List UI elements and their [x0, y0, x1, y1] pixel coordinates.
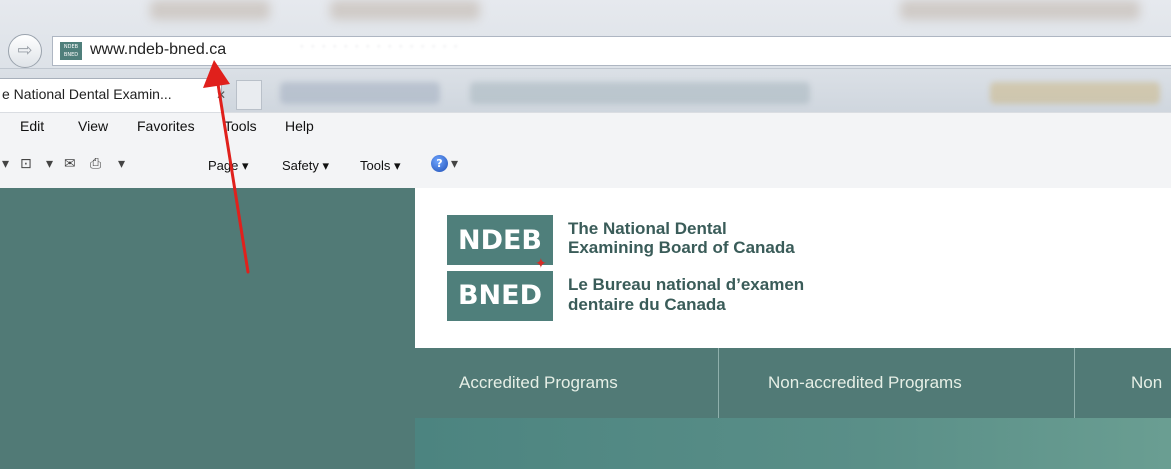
- back-arrow-icon: ⇨: [17, 40, 33, 61]
- nav-divider: [1074, 348, 1075, 418]
- menu-view[interactable]: View: [78, 118, 108, 134]
- blurred-suggestion-labels: · · · · · · · · · · · · · · ·: [300, 40, 460, 53]
- hero-banner: [415, 418, 1171, 469]
- dropdown-caret-icon[interactable]: ▾: [118, 156, 125, 172]
- tab-active[interactable]: e National Dental Examin...: [0, 78, 222, 112]
- nav-accredited-programs[interactable]: Accredited Programs: [459, 348, 618, 418]
- blurred-toolbar-icons: [990, 82, 1160, 104]
- help-icon[interactable]: ?: [431, 155, 448, 172]
- tab-close-icon[interactable]: ✕: [216, 88, 226, 102]
- site-favicon-icon: NDEB BNED: [60, 42, 82, 60]
- nav-non-accredited-programs[interactable]: Non-accredited Programs: [768, 348, 962, 418]
- dropdown-caret-icon[interactable]: ▾: [2, 156, 9, 172]
- menu-edit[interactable]: Edit: [20, 118, 44, 134]
- address-url[interactable]: www.ndeb-bned.ca: [90, 41, 226, 59]
- dropdown-caret-icon[interactable]: ▾: [46, 156, 53, 172]
- ndeb-logo[interactable]: NDEB BNED ✦: [447, 215, 553, 321]
- nav-non-truncated[interactable]: Non: [1131, 348, 1162, 418]
- print-icon[interactable]: ⎙: [90, 156, 101, 172]
- org-name-english-line1: The National Dental: [568, 219, 727, 238]
- page-menu-button[interactable]: Page ▾: [208, 158, 249, 174]
- org-name-french-line2: dentaire du Canada: [568, 295, 726, 314]
- blurred-favorites-icons: [280, 82, 440, 104]
- blurred-toolbar-area: [150, 0, 270, 20]
- nav-divider: [718, 348, 719, 418]
- menu-help[interactable]: Help: [285, 118, 314, 134]
- menu-favorites[interactable]: Favorites: [137, 118, 195, 134]
- org-name-english-line2: Examining Board of Canada: [568, 238, 795, 257]
- blurred-favorites-icons: [470, 82, 810, 104]
- org-name-french-line1: Le Bureau national d’examen: [568, 275, 805, 294]
- tools-menu-button[interactable]: Tools ▾: [360, 158, 401, 174]
- blurred-toolbar-area: [900, 0, 1140, 20]
- maple-leaf-icon: ✦: [535, 256, 547, 272]
- command-bar: [0, 148, 1171, 189]
- dropdown-caret-icon[interactable]: ▾: [451, 156, 458, 172]
- blurred-toolbar-area: [330, 0, 480, 20]
- logo-bned-text: BNED: [447, 271, 553, 321]
- tab-title: e National Dental Examin...: [2, 86, 172, 102]
- mail-icon[interactable]: ✉: [64, 156, 76, 172]
- safety-menu-button[interactable]: Safety ▾: [282, 158, 329, 174]
- rss-feed-icon[interactable]: ⊡: [20, 156, 32, 172]
- new-tab-button[interactable]: [236, 80, 262, 110]
- menu-tools[interactable]: Tools: [224, 118, 257, 134]
- back-button[interactable]: ⇨: [8, 34, 42, 68]
- browser-chrome: ⇨ NDEB BNED www.ndeb-bned.ca · · · · · ·…: [0, 0, 1171, 196]
